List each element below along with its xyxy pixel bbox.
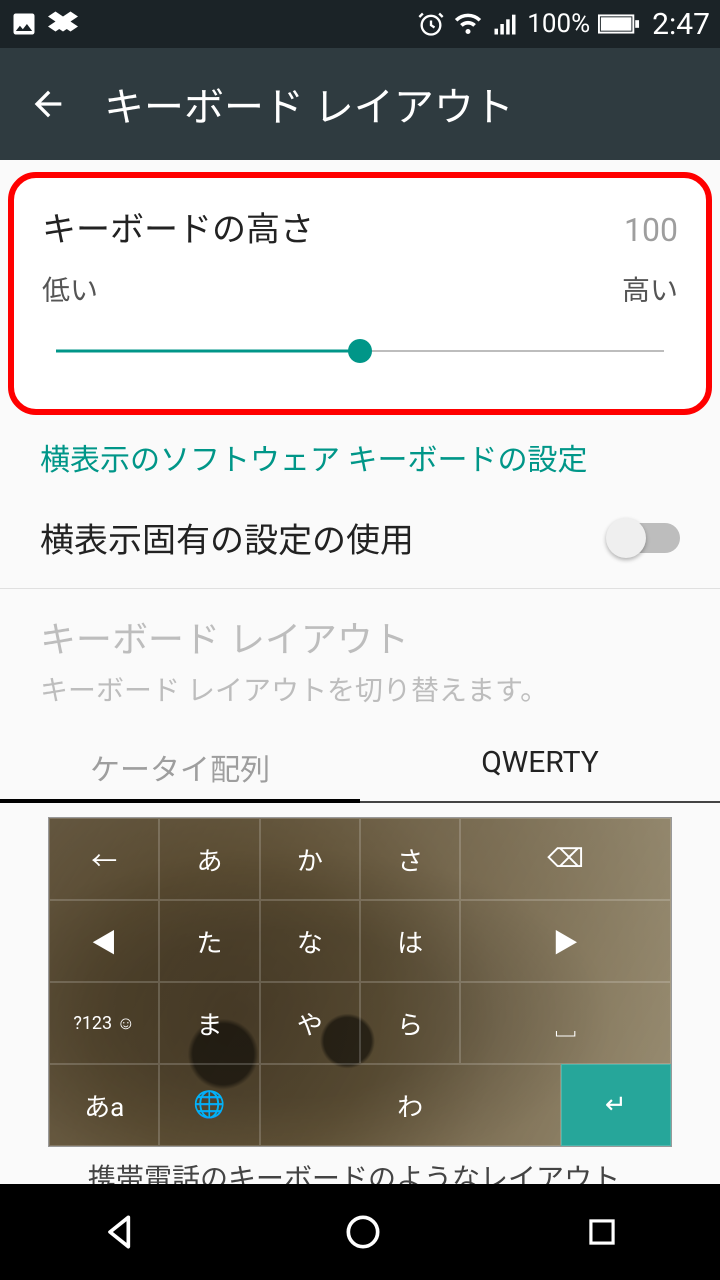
layout-tabs: ケータイ配列 QWERTY: [0, 733, 720, 803]
kb-key: ◀: [49, 900, 159, 982]
landscape-section-header: 横表示のソフトウェア キーボードの設定: [0, 433, 720, 501]
alarm-icon: [417, 10, 445, 38]
kb-enter: ↵: [561, 1064, 671, 1146]
app-bar: キーボード レイアウト: [0, 48, 720, 160]
battery-percent: 100%: [527, 9, 590, 39]
height-low-label: 低い: [42, 269, 98, 309]
kb-key: さ: [360, 818, 460, 900]
landscape-toggle-switch[interactable]: [608, 523, 680, 553]
keyboard-preview: ← あ か さ ⌫ ◀ た な は ▶ ?123 ☺ ま や ら ␣ あa 🌐: [48, 817, 672, 1147]
status-bar: 100% 2:47: [0, 0, 720, 48]
kb-key: ←: [49, 818, 159, 900]
battery-icon: [598, 12, 640, 36]
tab-qwerty[interactable]: QWERTY: [360, 733, 720, 801]
kb-key: わ: [260, 1064, 561, 1146]
navigation-bar: [0, 1184, 720, 1280]
kb-key: あ: [159, 818, 259, 900]
height-high-label: 高い: [622, 269, 678, 309]
nav-home-button[interactable]: [341, 1210, 385, 1254]
keyboard-height-card: キーボードの高さ 100 低い 高い: [8, 172, 712, 415]
kb-key: ▶: [460, 900, 671, 982]
dropbox-icon: [48, 9, 78, 39]
kb-key: な: [260, 900, 360, 982]
landscape-toggle-label: 横表示固有の設定の使用: [40, 513, 414, 562]
height-title: キーボードの高さ: [42, 202, 314, 251]
wifi-icon: [453, 9, 483, 39]
landscape-specific-toggle-row[interactable]: 横表示固有の設定の使用: [0, 501, 720, 589]
height-value: 100: [624, 211, 678, 249]
image-icon: [10, 10, 38, 38]
kb-key: ?123 ☺: [49, 982, 159, 1064]
kb-key: や: [260, 982, 360, 1064]
page-title: キーボード レイアウト: [104, 75, 514, 133]
keyboard-layout-item: キーボード レイアウト キーボード レイアウトを切り替えます。: [0, 589, 720, 729]
height-slider[interactable]: [56, 339, 664, 363]
back-button[interactable]: [24, 80, 72, 128]
kb-key: か: [260, 818, 360, 900]
status-clock: 2:47: [652, 7, 710, 42]
kb-key: た: [159, 900, 259, 982]
kb-space: ␣: [460, 982, 671, 1064]
signal-icon: [491, 10, 519, 38]
tab-keitai[interactable]: ケータイ配列: [0, 733, 360, 803]
kb-globe: 🌐: [159, 1064, 259, 1146]
layout-item-title: キーボード レイアウト: [40, 611, 680, 663]
layout-item-subtitle: キーボード レイアウトを切り替えます。: [40, 669, 680, 709]
kb-backspace: ⌫: [460, 818, 671, 900]
nav-back-button[interactable]: [99, 1210, 143, 1254]
nav-recent-button[interactable]: [583, 1213, 621, 1251]
kb-key: ら: [360, 982, 460, 1064]
kb-mode: あa: [49, 1064, 159, 1146]
kb-key: は: [360, 900, 460, 982]
kb-key: ま: [159, 982, 259, 1064]
